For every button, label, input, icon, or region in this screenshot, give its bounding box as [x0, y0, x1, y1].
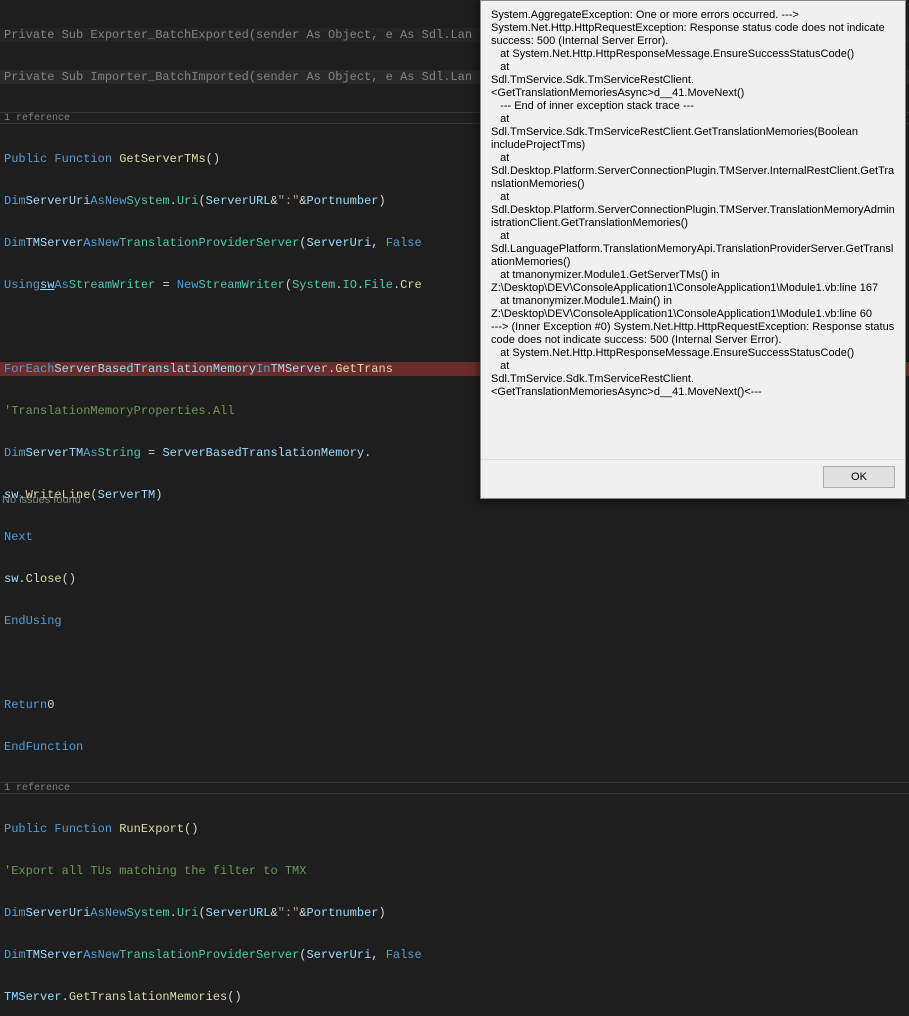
code-line: sw.Close(): [0, 572, 909, 586]
code-line: Public Function RunExport(): [0, 822, 909, 836]
status-bar: No issues found: [0, 494, 81, 508]
ok-button[interactable]: OK: [823, 466, 895, 488]
codelens-references[interactable]: 1 reference: [0, 782, 909, 794]
code-line: Dim ServerUri As New System.Uri(ServerUR…: [0, 906, 909, 920]
code-line: End Function: [0, 740, 909, 754]
error-message-text: System.AggregateException: One or more e…: [481, 1, 905, 459]
code-line: End Using: [0, 614, 909, 628]
code-line: TMServer.GetTranslationMemories(): [0, 990, 909, 1004]
dialog-button-row: OK: [481, 459, 905, 498]
code-line: [0, 656, 909, 670]
code-line: Return 0: [0, 698, 909, 712]
error-dialog: System.AggregateException: One or more e…: [480, 0, 906, 499]
code-line: Dim TMServer As New TranslationProviderS…: [0, 948, 909, 962]
code-line: 'Export all TUs matching the filter to T…: [0, 864, 909, 878]
code-line: Next: [0, 530, 909, 544]
